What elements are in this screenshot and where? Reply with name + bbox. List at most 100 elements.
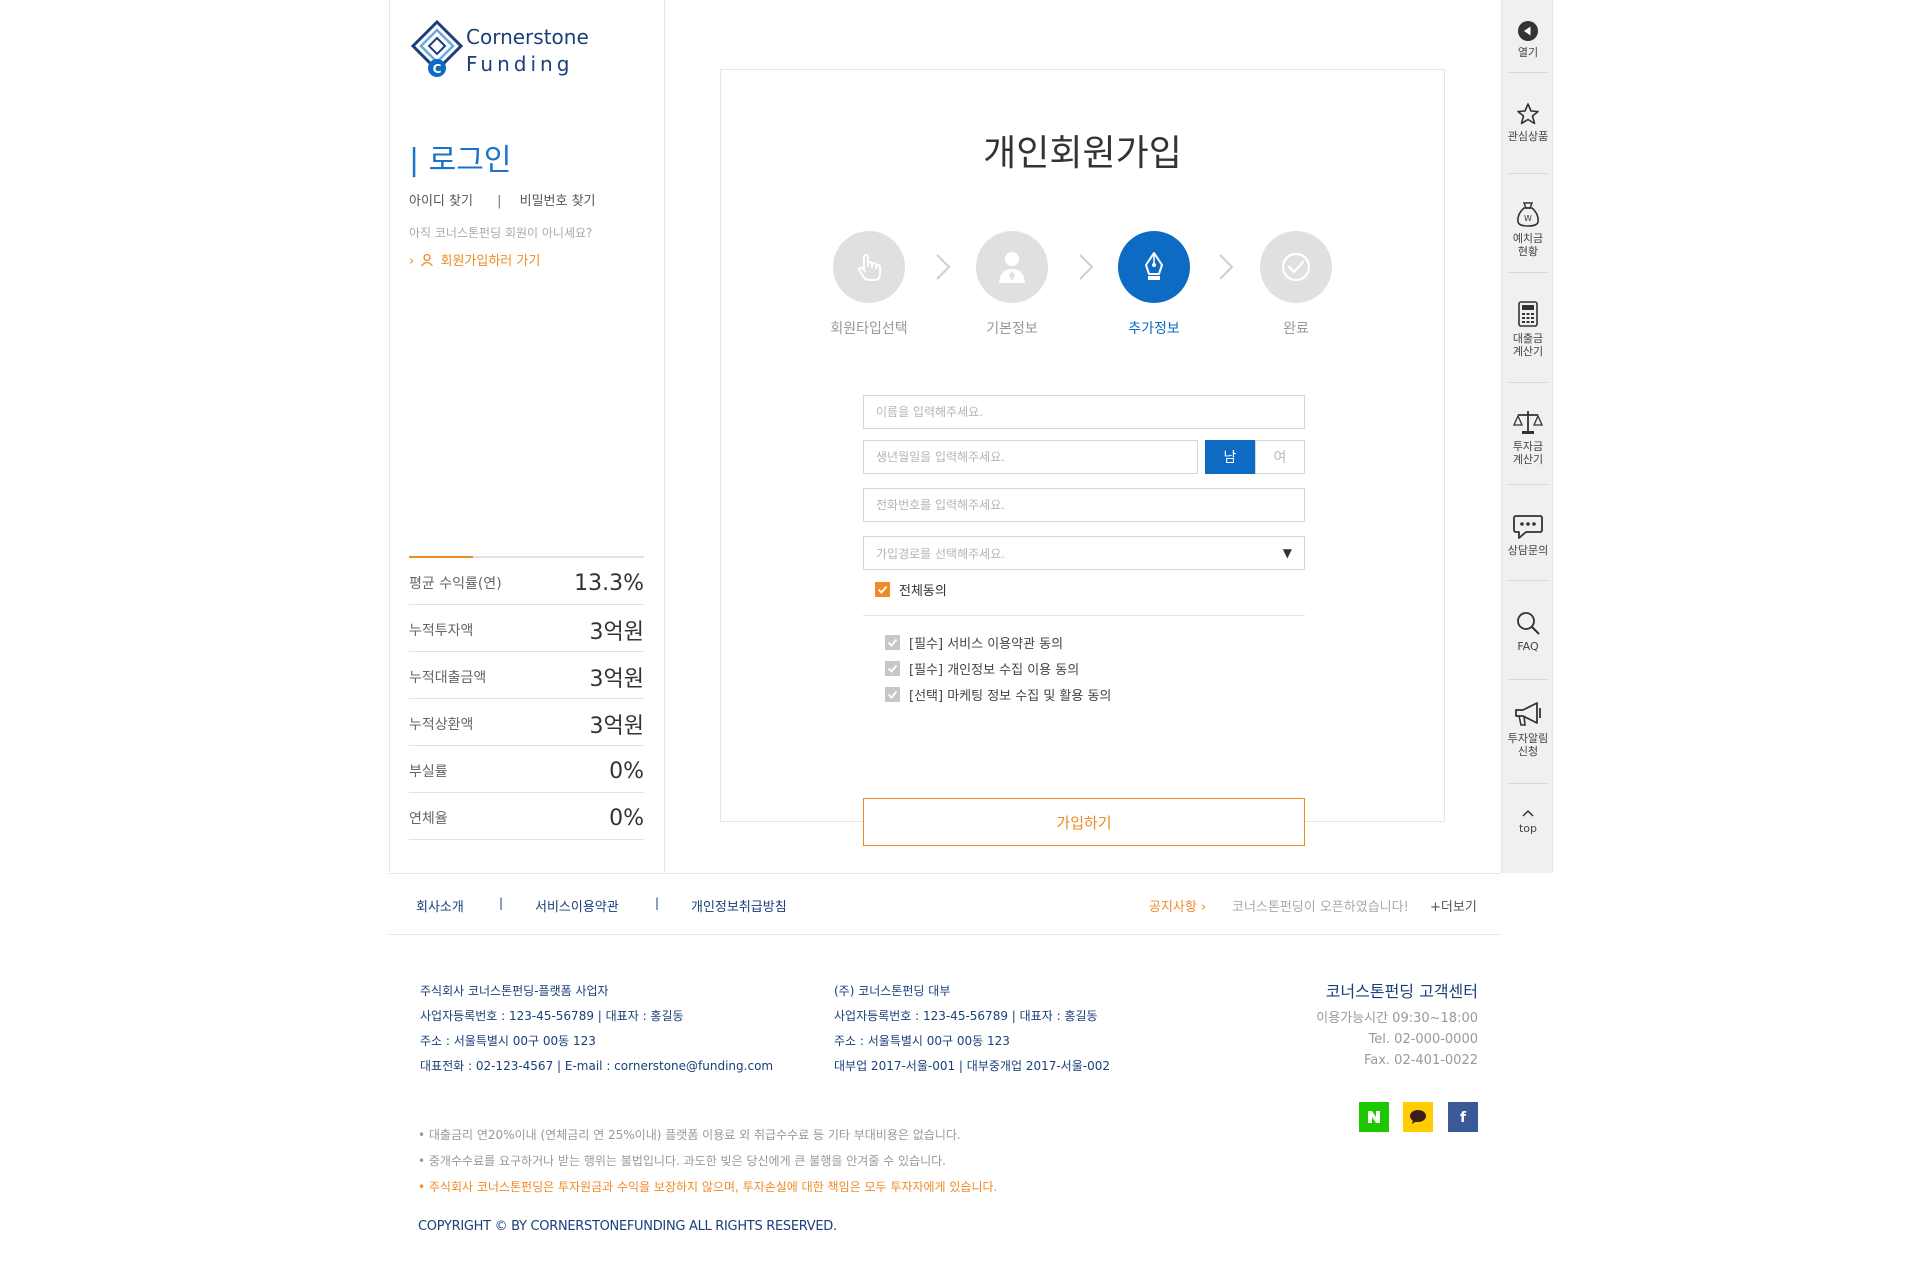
find-id-link[interactable]: 아이디 찾기 [409, 194, 473, 209]
quick-menu-consultation[interactable]: 상담문의 [1502, 512, 1554, 557]
kakao-talk-link[interactable] [1403, 1102, 1433, 1132]
quick-menu-investment-calculator[interactable]: 투자금 계산기 [1502, 408, 1554, 466]
phone-input[interactable] [863, 488, 1305, 522]
agreement-checkbox[interactable] [885, 661, 900, 676]
step-circle-active [1118, 231, 1190, 303]
quick-menu-deposit[interactable]: W 예치금 현황 [1502, 200, 1554, 258]
company-info-line: (주) 코너스톤펀딩 대부 [834, 984, 951, 998]
quick-menu-label: 열기 [1517, 46, 1539, 59]
agreement-label: [선택] 마케팅 정보 수집 및 활용 동의 [909, 689, 1112, 704]
checkmark-icon [887, 638, 898, 647]
join-link[interactable]: › 회원가입하러 가기 [409, 250, 540, 269]
disclaimer-line: • 중개수수료를 요구하거나 받는 행위는 불법입니다. 과도한 빚은 당신에게… [418, 1154, 946, 1168]
customer-center-title: 코너스톤펀딩 고객센터 [1325, 982, 1478, 1001]
submit-signup-button[interactable]: 가입하기 [863, 798, 1305, 846]
notice-label-text: 공지사항 [1149, 900, 1197, 915]
stat-label: 연체율 [409, 811, 448, 827]
quick-menu-loan-calculator[interactable]: 대출금 계산기 [1502, 300, 1554, 358]
customer-center-hours: 이용가능시간 09:30~18:00 [1316, 1011, 1478, 1026]
company-info-line: 사업자등록번호 : 123-45-56789 | 대표자 : 홍길동 [834, 1009, 1098, 1023]
step-circle [833, 231, 905, 303]
not-member-text: 아직 코너스톤펀딩 회원이 아니세요? [409, 226, 593, 240]
svg-text:C: C [433, 62, 442, 76]
step-circle [976, 231, 1048, 303]
footer-link-terms[interactable]: 서비스이용약관 [535, 896, 619, 915]
agreement-marketing-row[interactable]: [선택] 마케팅 정보 수집 및 활용 동의 [885, 685, 1111, 704]
customer-center-info: 이용가능시간 09:30~18:00 Tel. 02-000-0000 Fax.… [1260, 1008, 1478, 1071]
agree-divider [863, 615, 1305, 616]
quick-menu-divider [1508, 484, 1548, 485]
company-info-platform: 주식회사 코너스톤펀딩-플랫폼 사업자 사업자등록번호 : 123-45-567… [420, 979, 773, 1079]
quick-menu-faq[interactable]: FAQ [1502, 610, 1554, 653]
birthdate-input[interactable] [863, 440, 1198, 474]
login-links: 아이디 찾기 | 비밀번호 찾기 [409, 190, 596, 209]
quick-menu-label: 투자알림 신청 [1507, 732, 1549, 758]
signup-channel-select[interactable]: 가입경로를 선택해주세요. ▼ [863, 536, 1305, 570]
quick-menu-divider [1508, 382, 1548, 383]
company-info-line: 대표전화 : 02-123-4567 | E-mail : cornerston… [420, 1059, 774, 1073]
agreement-label: [필수] 개인정보 수집 이용 동의 [909, 663, 1080, 678]
agreement-checkbox[interactable] [885, 635, 900, 650]
stat-value: 0% [609, 758, 644, 784]
naver-link[interactable] [1359, 1102, 1389, 1132]
step-arrow-icon [1079, 254, 1094, 280]
step-label: 회원타입선택 [830, 321, 908, 337]
quick-menu-label: 투자금 계산기 [1512, 440, 1544, 466]
footer-link-about[interactable]: 회사소개 [416, 896, 464, 915]
agreement-terms-row[interactable]: [필수] 서비스 이용약관 동의 [885, 633, 1063, 652]
step-additional-info: 추가정보 [1094, 231, 1214, 338]
notice-more-link[interactable]: +더보기 [1430, 896, 1477, 915]
stat-label: 누적대출금액 [409, 670, 487, 686]
notice-label[interactable]: 공지사항 › [1149, 896, 1206, 915]
stat-row: 평균 수익률(연) 13.3% [409, 558, 644, 605]
notice-latest-link[interactable]: 코너스톤펀딩이 오픈하였습니다! [1232, 896, 1409, 915]
pen-nib-icon [1145, 252, 1163, 280]
gender-female-button[interactable]: 여 [1255, 440, 1305, 474]
stat-value: 3억원 [589, 667, 644, 692]
login-title: | 로그인 [409, 143, 512, 178]
stat-value: 3억원 [589, 620, 644, 645]
company-info-line: 사업자등록번호 : 123-45-56789 | 대표자 : 홍길동 [420, 1009, 684, 1023]
left-sidebar: C Cornerstone Funding | 로그인 아이디 찾기 | 비밀번… [389, 0, 665, 872]
agree-all-row[interactable]: 전체동의 [875, 580, 947, 599]
checkmark-icon [887, 690, 898, 699]
page-title: 개인회원가입 [983, 133, 1182, 174]
company-info-line: 주식회사 코너스톤펀딩-플랫폼 사업자 [420, 984, 609, 998]
quick-menu-top[interactable]: top [1502, 808, 1554, 835]
search-icon [1517, 612, 1540, 635]
checkmark-icon [877, 585, 888, 594]
agree-all-checkbox[interactable] [875, 582, 890, 597]
stats-accent-bar [409, 556, 473, 558]
chat-bubble-icon [1513, 515, 1543, 539]
quick-menu-investment-alert[interactable]: 투자알림 신청 [1502, 700, 1554, 758]
company-info-lending: (주) 코너스톤펀딩 대부 사업자등록번호 : 123-45-56789 | 대… [834, 979, 1110, 1079]
quick-menu-label: 예치금 현황 [1512, 232, 1544, 258]
find-password-link[interactable]: 비밀번호 찾기 [520, 194, 596, 209]
quick-menu-divider [1508, 173, 1548, 174]
checkmark-icon [887, 664, 898, 673]
quick-menu-favorites[interactable]: 관심상품 [1502, 102, 1554, 143]
step-arrow-icon [936, 254, 951, 280]
facebook-icon: f [1460, 1110, 1467, 1125]
quick-menu-divider [1508, 272, 1548, 273]
agreement-privacy-row[interactable]: [필수] 개인정보 수집 이용 동의 [885, 659, 1079, 678]
agreement-checkbox[interactable] [885, 687, 900, 702]
cornerstone-funding-logo[interactable]: C Cornerstone Funding [409, 19, 589, 80]
stat-value: 0% [609, 805, 644, 831]
logo-line-2: Funding [466, 52, 574, 76]
company-info-line: 대부업 2017-서울-001 | 대부중개업 2017-서울-002 [834, 1059, 1110, 1073]
stat-label: 누적투자액 [409, 623, 474, 639]
check-circle-icon [1281, 252, 1311, 282]
scale-icon [1513, 411, 1543, 434]
user-icon [999, 252, 1025, 283]
footer-link-privacy[interactable]: 개인정보취급방침 [691, 896, 787, 915]
star-icon [1517, 103, 1539, 125]
quick-menu-label: FAQ [1517, 640, 1539, 653]
name-input[interactable] [863, 395, 1305, 429]
agreement-label: [필수] 서비스 이용약관 동의 [909, 637, 1064, 652]
quick-menu-open[interactable]: 열기 [1502, 20, 1554, 59]
stat-row: 부실률 0% [409, 746, 644, 793]
logo-diamond-icon: C [410, 19, 464, 77]
facebook-link[interactable]: f [1448, 1102, 1478, 1132]
gender-male-button[interactable]: 남 [1205, 440, 1255, 474]
